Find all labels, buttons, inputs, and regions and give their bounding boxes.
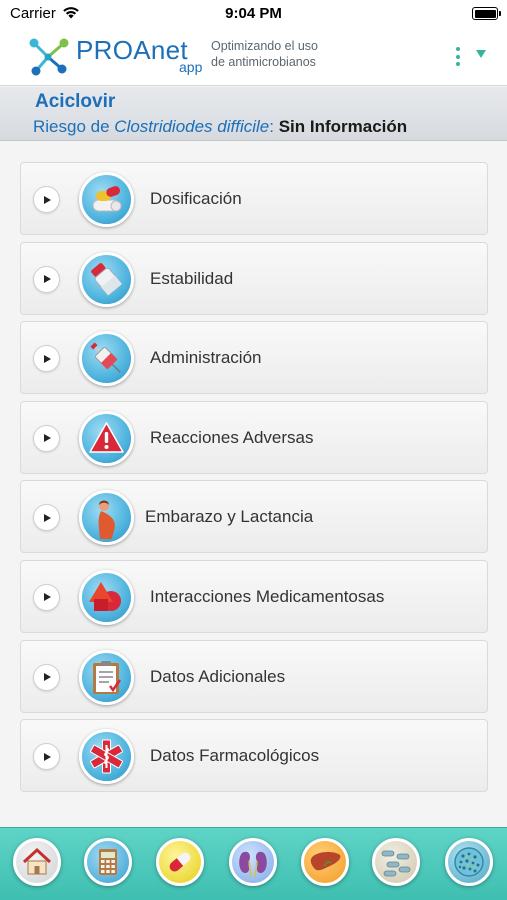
medical-star-icon (79, 729, 134, 785)
expand-arrow-icon[interactable] (33, 265, 60, 293)
section-dosificacion[interactable]: Dosificación (20, 162, 488, 235)
expand-arrow-icon[interactable] (33, 504, 60, 532)
app-header: PROAnet app Optimizando el uso de antimi… (0, 28, 507, 86)
section-label: Estabilidad (150, 268, 234, 288)
tagline-line-2: de antimicrobianos (211, 55, 316, 69)
drug-title-band: Aciclovir Riesgo de Clostridiodes diffic… (0, 87, 507, 141)
section-label: Administración (150, 348, 262, 368)
expand-arrow-icon[interactable] (33, 583, 60, 611)
vial-icon (79, 251, 134, 307)
calculator-icon[interactable] (84, 838, 132, 886)
expand-arrow-icon[interactable] (33, 424, 60, 452)
section-administracion[interactable]: Administración (20, 321, 488, 395)
section-interacciones-medicamentosas[interactable]: Interacciones Medicamentosas (20, 559, 488, 633)
brand-suffix: app (179, 59, 203, 75)
liver-icon[interactable] (301, 838, 349, 886)
warning-icon (79, 410, 134, 466)
clipboard-icon (79, 649, 134, 705)
section-label: Reacciones Adversas (150, 427, 314, 447)
pills-icon (79, 172, 134, 227)
section-datos-adicionales[interactable]: Datos Adicionales (20, 639, 488, 713)
bacteria-icon[interactable] (372, 838, 420, 886)
expand-arrow-icon[interactable] (33, 186, 60, 213)
cdiff-risk-line: Riesgo de Clostridiodes difficile: Sin I… (33, 117, 407, 137)
risk-prefix: Riesgo de (33, 117, 110, 136)
section-label: Interacciones Medicamentosas (150, 586, 385, 606)
section-reacciones-adversas[interactable]: Reacciones Adversas (20, 400, 488, 474)
section-estabilidad[interactable]: Estabilidad (20, 241, 488, 315)
clock: 9:04 PM (225, 5, 282, 22)
section-label: Dosificación (150, 189, 242, 208)
syringe-icon (79, 331, 134, 387)
bottom-tab-bar (0, 827, 507, 900)
risk-organism: Clostridiodes difficile (114, 117, 270, 136)
tagline: Optimizando el uso de antimicrobianos (211, 38, 318, 70)
expand-arrow-icon[interactable] (33, 663, 60, 691)
section-label: Embarazo y Lactancia (145, 507, 314, 527)
risk-separator: : (269, 117, 274, 136)
brand-name: PROAnet (76, 35, 188, 65)
capsule-icon[interactable] (156, 838, 204, 886)
status-bar: Carrier 9:04 PM (0, 0, 507, 28)
expand-arrow-icon[interactable] (33, 743, 60, 771)
risk-value: Sin Información (278, 117, 408, 136)
section-datos-farmacologicos[interactable]: Datos Farmacológicos (20, 719, 488, 793)
pregnancy-icon (79, 490, 134, 546)
microbe-culture-icon[interactable] (445, 838, 493, 886)
section-embarazo-lactancia[interactable]: Embarazo y Lactancia (20, 480, 488, 554)
tagline-line-1: Optimizando el uso (211, 39, 319, 53)
home-icon[interactable] (13, 838, 61, 886)
expand-arrow-icon[interactable] (33, 345, 60, 373)
drug-name: Aciclovir (35, 91, 116, 112)
dropdown-caret-icon[interactable] (476, 50, 486, 58)
section-label: Datos Adicionales (150, 666, 286, 686)
battery-icon (472, 7, 501, 20)
section-label: Datos Farmacológicos (150, 746, 320, 766)
network-logo-icon (29, 38, 69, 76)
more-options-icon[interactable] (451, 45, 465, 69)
interaction-shapes-icon (79, 569, 134, 625)
section-list: Dosificación Estabilidad Administración … (20, 162, 488, 799)
kidneys-icon[interactable] (229, 838, 277, 886)
